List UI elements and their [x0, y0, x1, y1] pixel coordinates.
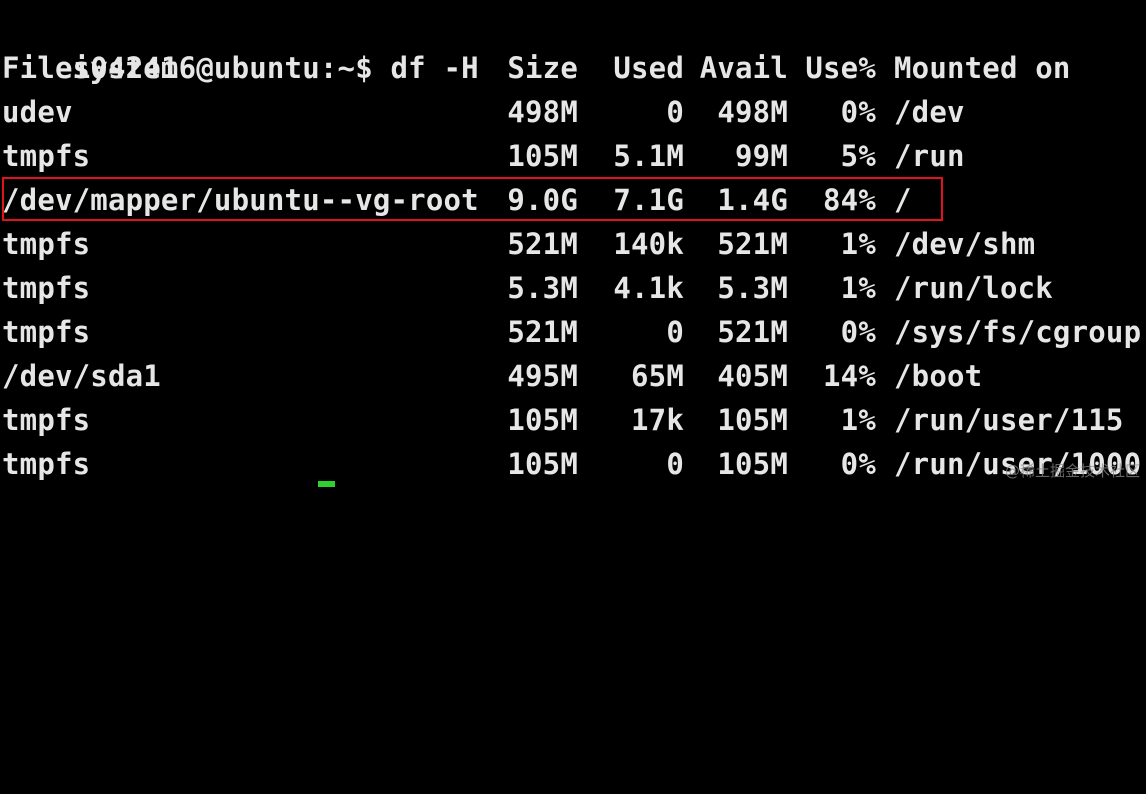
- used-cell: 5.1M: [613, 139, 684, 173]
- size-cell: 105M: [507, 403, 578, 437]
- filesystem-cell: tmpfs: [2, 227, 91, 261]
- use-percent-cell: 14%: [823, 359, 876, 393]
- header-used: Used: [613, 51, 684, 85]
- df-row: tmpfs 105M 0 105M 0% /run/user/1000: [2, 442, 1146, 486]
- header-size: Size: [507, 51, 578, 85]
- avail-cell: 405M: [717, 359, 788, 393]
- header-filesystem: Filesystem: [2, 51, 179, 85]
- command-prompt-line: i042416@ubuntu:~$ df -H: [2, 2, 479, 85]
- mount-point-cell: /run: [894, 139, 965, 173]
- mount-point-cell: /dev/shm: [894, 227, 1036, 261]
- filesystem-cell: tmpfs: [2, 447, 91, 481]
- terminal-window[interactable]: i042416@ubuntu:~$ df -H Filesystem Size …: [2, 0, 1146, 487]
- size-cell: 5.3M: [507, 271, 578, 305]
- used-cell: 65M: [631, 359, 684, 393]
- used-cell: 17k: [631, 403, 684, 437]
- used-cell: 4.1k: [613, 271, 684, 305]
- used-cell: 0: [666, 315, 684, 349]
- use-percent-cell: 0%: [840, 95, 876, 129]
- header-use-percent: Use%: [805, 51, 876, 85]
- mount-point-cell: /boot: [894, 359, 983, 393]
- watermark: @稀土掘金技术社区: [1004, 462, 1140, 480]
- df-row: tmpfs 5.3M 4.1k 5.3M 1% /run/lock: [2, 266, 1146, 310]
- used-cell: 0: [666, 447, 684, 481]
- avail-cell: 105M: [717, 447, 788, 481]
- df-row: /dev/sda1 495M 65M 405M 14% /boot: [2, 354, 1146, 398]
- use-percent-cell: 5%: [840, 139, 876, 173]
- use-percent-cell: 1%: [840, 227, 876, 261]
- size-cell: 521M: [507, 227, 578, 261]
- header-mounted-on: Mounted on: [894, 51, 1071, 85]
- size-cell: 495M: [507, 359, 578, 393]
- use-percent-cell: 0%: [840, 447, 876, 481]
- used-cell: 0: [666, 95, 684, 129]
- filesystem-cell: tmpfs: [2, 403, 91, 437]
- filesystem-cell: tmpfs: [2, 271, 91, 305]
- avail-cell: 105M: [717, 403, 788, 437]
- used-cell: 140k: [613, 227, 684, 261]
- filesystem-cell: tmpfs: [2, 139, 91, 173]
- avail-cell: 521M: [717, 227, 788, 261]
- size-cell: 498M: [507, 95, 578, 129]
- df-row: tmpfs 105M 5.1M 99M 5% /run: [2, 134, 1146, 178]
- mount-point-cell: /dev: [894, 95, 965, 129]
- mount-point-cell: /run/lock: [894, 271, 1053, 305]
- filesystem-cell: /dev/sda1: [2, 359, 161, 393]
- size-cell: 105M: [507, 447, 578, 481]
- use-percent-cell: 1%: [840, 271, 876, 305]
- df-row: tmpfs 105M 17k 105M 1% /run/user/115: [2, 398, 1146, 442]
- filesystem-cell: udev: [2, 95, 73, 129]
- df-header-row: Filesystem Size Used Avail Use% Mounted …: [2, 46, 1146, 90]
- header-avail: Avail: [699, 51, 788, 85]
- avail-cell: 5.3M: [717, 271, 788, 305]
- use-percent-cell: 1%: [840, 403, 876, 437]
- mount-point-cell: /run/user/115: [894, 403, 1124, 437]
- size-cell: 521M: [507, 315, 578, 349]
- df-row: tmpfs 521M 140k 521M 1% /dev/shm: [2, 222, 1146, 266]
- terminal-cursor: [318, 481, 335, 487]
- mount-point-cell: /sys/fs/cgroup: [894, 315, 1142, 349]
- avail-cell: 99M: [735, 139, 788, 173]
- root-row-highlight-box: [2, 177, 943, 221]
- avail-cell: 498M: [717, 95, 788, 129]
- use-percent-cell: 0%: [840, 315, 876, 349]
- avail-cell: 521M: [717, 315, 788, 349]
- df-row: tmpfs 521M 0 521M 0% /sys/fs/cgroup: [2, 310, 1146, 354]
- filesystem-cell: tmpfs: [2, 315, 91, 349]
- size-cell: 105M: [507, 139, 578, 173]
- df-row: udev 498M 0 498M 0% /dev: [2, 90, 1146, 134]
